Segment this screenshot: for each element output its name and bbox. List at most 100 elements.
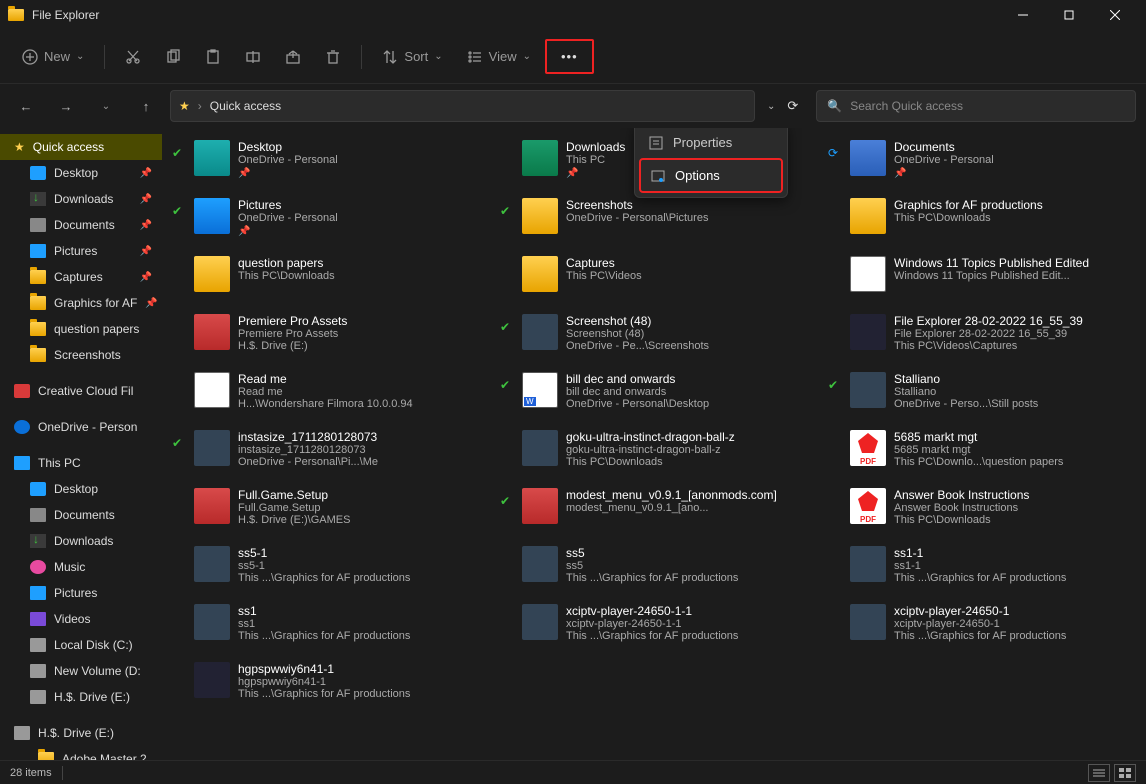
file-path: This ...\Graphics for AF productions	[238, 630, 480, 642]
address-bar[interactable]: ★ › Quick access	[170, 90, 755, 122]
more-button[interactable]: •••	[545, 39, 594, 74]
file-item[interactable]: Premiere Pro AssetsPremiere Pro AssetsH.…	[166, 310, 486, 366]
file-thumbnail	[850, 604, 886, 640]
sidebar-item[interactable]: Videos	[0, 606, 162, 632]
view-details-button[interactable]	[1088, 764, 1110, 782]
file-item[interactable]: File Explorer 28-02-2022 16_55_39File Ex…	[822, 310, 1142, 366]
sidebar-label: Videos	[54, 612, 90, 626]
address-dropdown[interactable]: ⌄	[767, 101, 775, 112]
file-path: This ...\Graphics for AF productions	[238, 688, 480, 700]
sidebar-item[interactable]: Documents📌	[0, 212, 162, 238]
back-button[interactable]: ←	[10, 90, 42, 122]
sidebar-item[interactable]: Downloads	[0, 528, 162, 554]
file-thumbnail	[194, 662, 230, 698]
file-thumbnail: PDF	[850, 488, 886, 524]
file-item[interactable]: Windows 11 Topics Published EditedWindow…	[822, 252, 1142, 308]
file-item[interactable]: ✔PicturesOneDrive - Personal📌	[166, 194, 486, 250]
new-button[interactable]: New⌄	[12, 43, 94, 71]
sidebar-item[interactable]: question papers	[0, 316, 162, 342]
file-item[interactable]: ✔Screenshot (48)Screenshot (48)OneDrive …	[494, 310, 814, 366]
sidebar-item[interactable]: Captures📌	[0, 264, 162, 290]
file-item[interactable]: PDFAnswer Book InstructionsAnswer Book I…	[822, 484, 1142, 540]
file-subtitle: OneDrive - Personal	[238, 212, 480, 224]
sidebar-item-hs-drive[interactable]: H.$. Drive (E:)	[0, 720, 162, 746]
file-item[interactable]: ✔StallianoStallianoOneDrive - Perso...\S…	[822, 368, 1142, 424]
file-meta: PicturesOneDrive - Personal📌	[238, 198, 480, 237]
close-button[interactable]	[1092, 0, 1138, 30]
file-name: ss1-1	[894, 546, 1136, 560]
file-item[interactable]: ✔DesktopOneDrive - Personal📌	[166, 136, 486, 192]
file-item[interactable]: xciptv-player-24650-1-1xciptv-player-246…	[494, 600, 814, 656]
minimize-button[interactable]	[1000, 0, 1046, 30]
file-item[interactable]: Read meRead meH...\Wondershare Filmora 1…	[166, 368, 486, 424]
copy-button[interactable]	[155, 43, 191, 71]
file-item[interactable]: goku-ultra-instinct-dragon-ball-zgoku-ul…	[494, 426, 814, 482]
dropdown-options[interactable]: Options	[639, 158, 783, 193]
sidebar-item[interactable]: Graphics for AF📌	[0, 290, 162, 316]
file-name: Screenshot (48)	[566, 314, 808, 328]
file-item[interactable]: Graphics for AF productionsThis PC\Downl…	[822, 194, 1142, 250]
search-placeholder: Search Quick access	[850, 99, 963, 113]
paste-button[interactable]	[195, 43, 231, 71]
file-item[interactable]: ✔bill dec and onwardsbill dec and onward…	[494, 368, 814, 424]
sidebar-item[interactable]: Pictures	[0, 580, 162, 606]
file-item[interactable]: ss5-1ss5-1This ...\Graphics for AF produ…	[166, 542, 486, 598]
file-thumbnail	[850, 140, 886, 176]
maximize-button[interactable]	[1046, 0, 1092, 30]
view-tiles-button[interactable]	[1114, 764, 1136, 782]
sidebar-item[interactable]: Adobe Master 2	[0, 746, 162, 760]
sidebar-item-onedrive[interactable]: OneDrive - Person	[0, 414, 162, 440]
refresh-button[interactable]: ⟳	[787, 98, 798, 114]
file-item[interactable]: ss5ss5This ...\Graphics for AF productio…	[494, 542, 814, 598]
sidebar-item-quick-access[interactable]: ★ Quick access	[0, 134, 162, 160]
recent-button[interactable]: ⌄	[90, 90, 122, 122]
file-name: xciptv-player-24650-1	[894, 604, 1136, 618]
delete-button[interactable]	[315, 43, 351, 71]
share-button[interactable]	[275, 43, 311, 71]
cut-button[interactable]	[115, 43, 151, 71]
file-subtitle: xciptv-player-24650-1-1	[566, 618, 808, 630]
file-name: bill dec and onwards	[566, 372, 808, 386]
sidebar-item[interactable]: H.$. Drive (E:)	[0, 684, 162, 710]
sidebar-label: Captures	[54, 270, 103, 284]
file-item[interactable]: ✔instasize_1711280128073instasize_171128…	[166, 426, 486, 482]
up-button[interactable]: ↑	[130, 90, 162, 122]
sidebar-item[interactable]: Desktop📌	[0, 160, 162, 186]
search-input[interactable]: 🔍 Search Quick access	[816, 90, 1136, 122]
file-item[interactable]: ✔modest_menu_v0.9.1_[anonmods.com]modest…	[494, 484, 814, 540]
rename-button[interactable]	[235, 43, 271, 71]
sidebar-item[interactable]: New Volume (D:	[0, 658, 162, 684]
file-name: Pictures	[238, 198, 480, 212]
sync-check-icon: ✔	[172, 146, 186, 160]
file-item[interactable]: hgpspwwiy6n41-1hgpspwwiy6n41-1This ...\G…	[166, 658, 486, 714]
file-item[interactable]: ✔ScreenshotsOneDrive - Personal\Pictures	[494, 194, 814, 250]
file-item[interactable]: ss1-1ss1-1This ...\Graphics for AF produ…	[822, 542, 1142, 598]
file-item[interactable]: question papersThis PC\Downloads	[166, 252, 486, 308]
sidebar-item[interactable]: Pictures📌	[0, 238, 162, 264]
sidebar-item[interactable]: Desktop	[0, 476, 162, 502]
sidebar-item[interactable]: Downloads📌	[0, 186, 162, 212]
dropdown-properties[interactable]: Properties	[639, 128, 783, 158]
file-item[interactable]: xciptv-player-24650-1xciptv-player-24650…	[822, 600, 1142, 656]
content-area: Properties Options ✔DesktopOneDrive - Pe…	[162, 128, 1146, 760]
sidebar-item-creative-cloud[interactable]: Creative Cloud Fil	[0, 378, 162, 404]
view-button[interactable]: View⌄	[457, 43, 541, 71]
forward-button[interactable]: →	[50, 90, 82, 122]
file-meta: StallianoStallianoOneDrive - Perso...\St…	[894, 372, 1136, 410]
sidebar-item[interactable]: Music	[0, 554, 162, 580]
file-path: This ...\Graphics for AF productions	[566, 630, 808, 642]
file-name: instasize_1711280128073	[238, 430, 480, 444]
file-item[interactable]: ⟳DocumentsOneDrive - Personal📌	[822, 136, 1142, 192]
sort-button[interactable]: Sort⌄	[372, 43, 452, 71]
file-subtitle: Premiere Pro Assets	[238, 328, 480, 340]
sidebar-item[interactable]: Local Disk (C:)	[0, 632, 162, 658]
sidebar-item[interactable]: Documents	[0, 502, 162, 528]
file-path: This PC\Downloads	[566, 456, 808, 468]
file-item[interactable]: ss1ss1This ...\Graphics for AF productio…	[166, 600, 486, 656]
file-thumbnail: PDF	[850, 430, 886, 466]
sidebar-item[interactable]: Screenshots	[0, 342, 162, 368]
file-item[interactable]: CapturesThis PC\Videos	[494, 252, 814, 308]
file-item[interactable]: PDF5685 markt mgt5685 markt mgtThis PC\D…	[822, 426, 1142, 482]
file-item[interactable]: Full.Game.SetupFull.Game.SetupH.$. Drive…	[166, 484, 486, 540]
sidebar-item-this-pc[interactable]: This PC	[0, 450, 162, 476]
